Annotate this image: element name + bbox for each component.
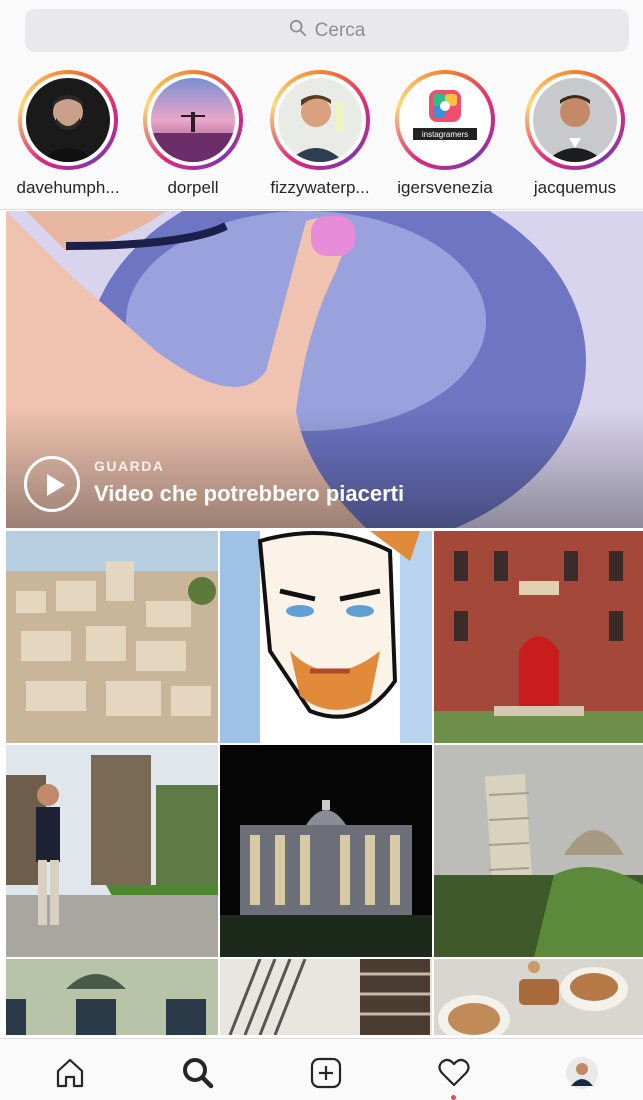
grid-tile-man-by-castle[interactable]: [6, 745, 218, 957]
profile-avatar[interactable]: [562, 1053, 602, 1093]
story-username: dorpell: [167, 178, 219, 197]
video-title: Video che potrebbero piacerti: [94, 481, 405, 506]
grid-tile-red-brick-building[interactable]: [434, 531, 643, 743]
story-username: davehumph...: [16, 178, 120, 197]
grid-tile-leaning-tower[interactable]: [434, 745, 643, 957]
grid-tile-staircase[interactable]: [220, 959, 432, 1035]
suggested-videos-banner[interactable]: GUARDA Video che potrebbero piacerti: [6, 211, 643, 528]
story-ring: [18, 70, 118, 170]
search-placeholder: Cerca: [314, 19, 366, 41]
story-item[interactable]: davehumph...: [6, 70, 130, 198]
avatar: instagramers: [403, 78, 487, 162]
story-username: jacquemus: [533, 178, 617, 197]
search-header: Cerca: [0, 0, 643, 64]
grid-tile-illustrated-face[interactable]: [220, 531, 432, 743]
activity-heart-icon[interactable]: [434, 1053, 474, 1093]
story-username: fizzywaterp...: [270, 178, 370, 197]
story-item[interactable]: jacquemus: [513, 70, 637, 198]
avatar: [278, 78, 362, 162]
search-input[interactable]: Cerca: [25, 9, 629, 52]
play-icon[interactable]: [24, 456, 80, 512]
story-item[interactable]: fizzywaterp...: [258, 70, 382, 198]
avatar: [26, 78, 110, 162]
story-ring: [143, 70, 243, 170]
grid-tile-basilica-at-night[interactable]: [220, 745, 432, 957]
story-item[interactable]: instagramers igersvenezia: [383, 70, 507, 198]
grid-tile-cappuccino-cookies[interactable]: [434, 959, 643, 1035]
search-icon[interactable]: [178, 1053, 218, 1093]
story-ring: instagramers: [395, 70, 495, 170]
search-icon: [289, 19, 307, 43]
stories-tray: davehumph... dorpell fizzywaterp... inst…: [0, 64, 643, 210]
avatar: [151, 78, 235, 162]
home-icon[interactable]: [50, 1053, 90, 1093]
grid-tile-building-windows[interactable]: [6, 959, 218, 1035]
avatar: [533, 78, 617, 162]
activity-notification-dot: [451, 1095, 456, 1100]
video-kicker: GUARDA: [94, 458, 165, 474]
story-ring: [525, 70, 625, 170]
story-item[interactable]: dorpell: [131, 70, 255, 198]
story-ring: [270, 70, 370, 170]
grid-tile-hilltop-town[interactable]: [6, 531, 218, 743]
svg-text:instagramers: instagramers: [422, 130, 468, 139]
story-username: igersvenezia: [397, 178, 493, 197]
add-post-icon[interactable]: [306, 1053, 346, 1093]
explore-grid: [6, 531, 643, 1037]
bottom-tab-bar: [0, 1038, 643, 1100]
